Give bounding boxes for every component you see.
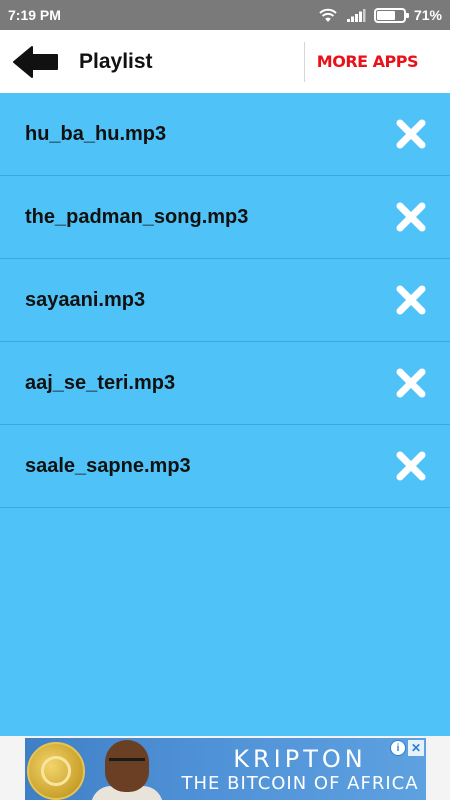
status-time: 7:19 PM: [8, 7, 61, 23]
remove-song-button[interactable]: [394, 200, 428, 234]
status-icons: 71%: [318, 7, 442, 23]
more-apps-button[interactable]: MORE APPS: [303, 41, 450, 82]
info-icon[interactable]: i: [390, 740, 406, 756]
close-icon: [396, 119, 426, 149]
wifi-icon: [319, 8, 337, 22]
playlist-item[interactable]: the_padman_song.mp3: [0, 176, 450, 259]
playlist-item[interactable]: aaj_se_teri.mp3: [0, 342, 450, 425]
ad-headline: KRIPTON: [233, 745, 367, 773]
remove-song-button[interactable]: [394, 449, 428, 483]
ad-text: KRIPTON THE BITCOIN OF AFRICA: [175, 746, 425, 796]
page-title: Playlist: [79, 49, 153, 73]
song-name: aaj_se_teri.mp3: [25, 371, 176, 394]
battery-level: [376, 10, 396, 20]
close-icon: [396, 285, 426, 315]
signal-icon: [346, 8, 366, 22]
close-icon[interactable]: ✕: [408, 740, 424, 756]
remove-song-button[interactable]: [394, 117, 428, 151]
song-name: hu_ba_hu.mp3: [25, 122, 167, 145]
close-icon: [396, 202, 426, 232]
remove-song-button[interactable]: [394, 366, 428, 400]
ad-person-image: [91, 738, 163, 800]
playlist: hu_ba_hu.mp3 the_padman_song.mp3 sayaani…: [0, 93, 450, 736]
arrow-left-icon: [13, 45, 58, 78]
song-name: the_padman_song.mp3: [25, 205, 249, 228]
playlist-item[interactable]: hu_ba_hu.mp3: [0, 93, 450, 176]
remove-song-button[interactable]: [394, 283, 428, 317]
ad-choices: i ✕: [390, 740, 424, 756]
battery-icon: [373, 7, 409, 23]
ad-area: KRIPTON THE BITCOIN OF AFRICA i ✕: [0, 736, 450, 800]
status-bar: 7:19 PM 71%: [0, 0, 450, 30]
close-icon: [396, 451, 426, 481]
battery-percent: 71%: [413, 7, 442, 23]
close-icon: [396, 368, 426, 398]
playlist-item[interactable]: sayaani.mp3: [0, 259, 450, 342]
app-bar: Playlist MORE APPS: [0, 30, 450, 93]
song-name: sayaani.mp3: [25, 288, 146, 311]
playlist-item[interactable]: saale_sapne.mp3: [0, 425, 450, 508]
ad-subline: THE BITCOIN OF AFRICA: [181, 773, 419, 794]
back-button[interactable]: [6, 30, 66, 93]
ad-banner[interactable]: KRIPTON THE BITCOIN OF AFRICA i ✕: [25, 738, 426, 800]
coin-logo: [27, 742, 85, 800]
song-name: saale_sapne.mp3: [25, 454, 191, 477]
